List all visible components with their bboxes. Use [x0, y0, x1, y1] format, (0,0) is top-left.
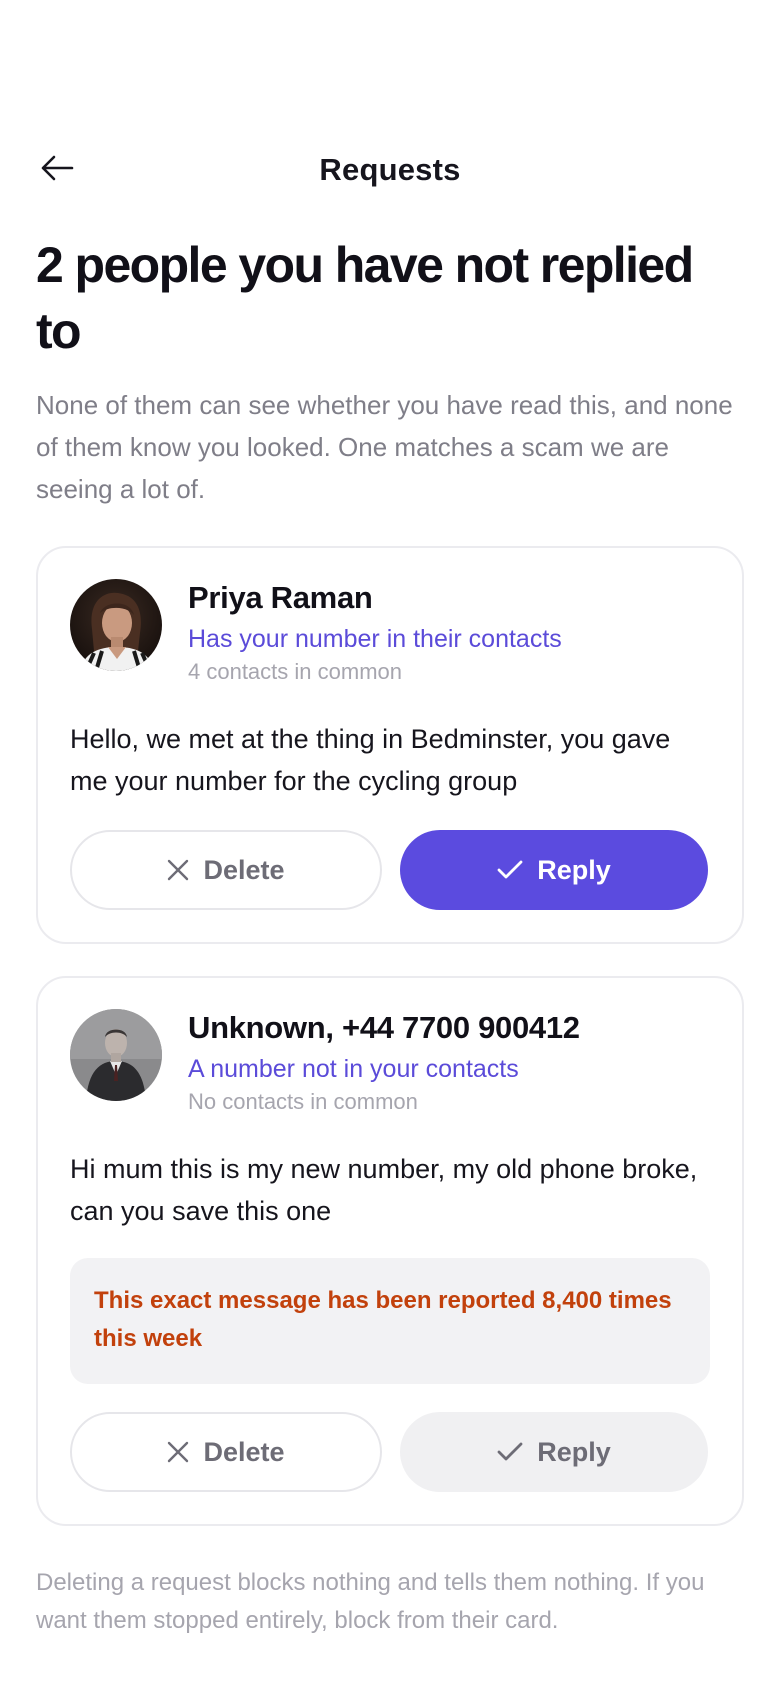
intro-text: None of them can see whether you have re… — [36, 390, 733, 504]
reply-label: Reply — [537, 854, 611, 885]
sender-name: Priya Raman — [188, 580, 373, 615]
avatar[interactable] — [70, 579, 162, 671]
request-card: Priya Raman Has your number in their con… — [36, 546, 744, 944]
avatar[interactable] — [70, 1009, 162, 1101]
checkmark-icon — [497, 860, 523, 880]
sender-row: Unknown, +44 7700 900412 A number not in… — [70, 1008, 710, 1118]
scam-warning: This exact message has been reported 8,4… — [70, 1258, 710, 1384]
request-actions: Delete Reply — [70, 830, 710, 910]
footnote-text: Deleting a request blocks nothing and te… — [36, 1569, 705, 1634]
message-text: Hello, we met at the thing in Bedminster… — [70, 724, 671, 796]
contacts-in-common: 4 contacts in common — [188, 659, 402, 684]
page-title: Requests — [319, 152, 461, 187]
checkmark-icon — [497, 1442, 523, 1462]
close-icon — [167, 1441, 189, 1463]
sender-name: Unknown, +44 7700 900412 — [188, 1010, 580, 1045]
contacts-in-common: No contacts in common — [188, 1089, 418, 1114]
requests-content: 2 people you have not replied to None of… — [36, 232, 744, 1640]
delete-label: Delete — [203, 854, 285, 885]
headline: 2 people you have not replied to — [36, 237, 694, 359]
sender-relation: Has your number in their contacts — [188, 625, 562, 653]
delete-button[interactable]: Delete — [70, 830, 382, 910]
close-icon — [167, 859, 189, 881]
delete-button[interactable]: Delete — [70, 1412, 382, 1492]
top-bar: Requests — [0, 140, 780, 200]
reply-label: Reply — [537, 1436, 611, 1467]
sender-row: Priya Raman Has your number in their con… — [70, 578, 710, 688]
request-actions: Delete Reply — [70, 1412, 710, 1492]
request-card: Unknown, +44 7700 900412 A number not in… — [36, 976, 744, 1526]
delete-label: Delete — [203, 1436, 285, 1467]
sender-info: Priya Raman Has your number in their con… — [188, 578, 562, 688]
message-text: Hi mum this is my new number, my old pho… — [70, 1154, 698, 1226]
sender-info: Unknown, +44 7700 900412 A number not in… — [188, 1008, 580, 1118]
reply-button[interactable]: Reply — [400, 830, 708, 910]
sender-relation: A number not in your contacts — [188, 1055, 519, 1083]
reply-button[interactable]: Reply — [400, 1412, 708, 1492]
